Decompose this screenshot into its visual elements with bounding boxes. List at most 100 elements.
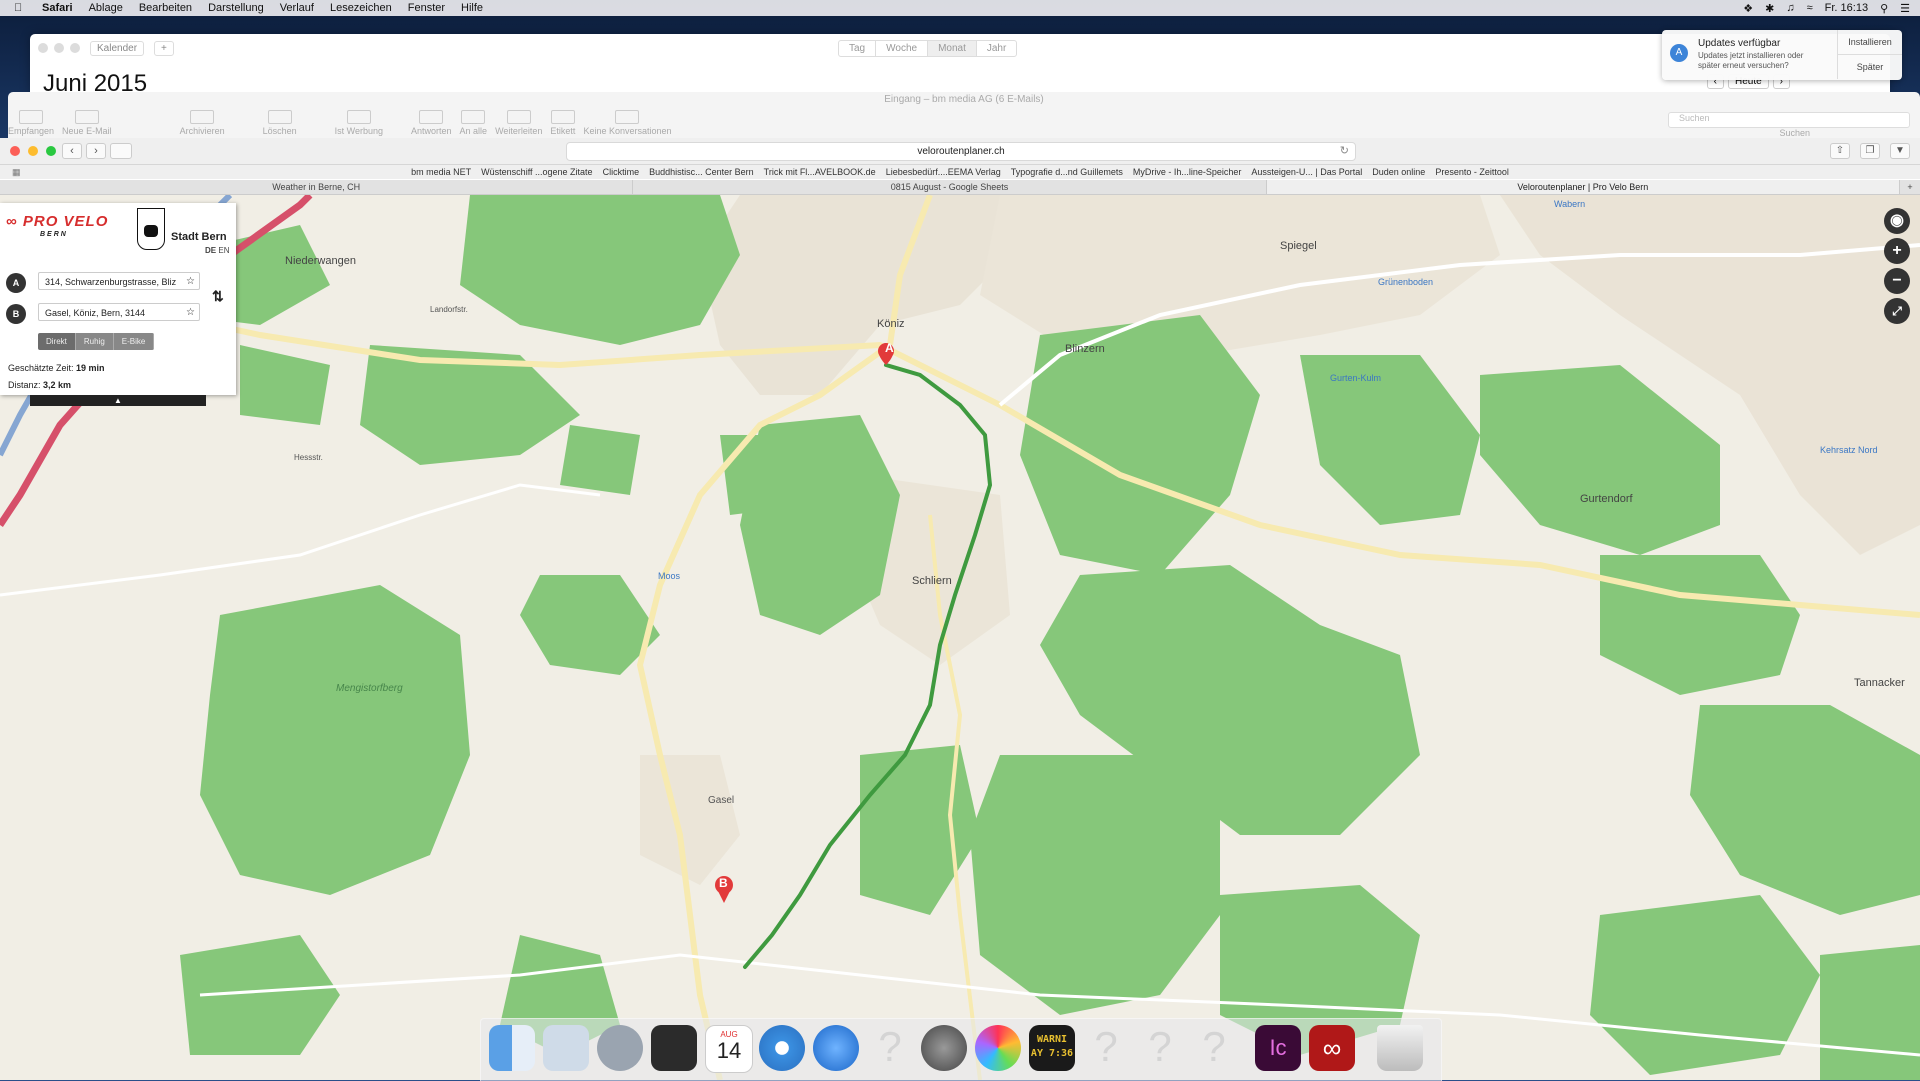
zoom-in-button[interactable]: + xyxy=(1884,238,1910,264)
from-input[interactable]: 314, Schwarzenburgstrasse, Bliz ☆ xyxy=(38,272,200,290)
tab-weather[interactable]: Weather in Berne, CH xyxy=(0,180,634,194)
reload-icon[interactable]: ↻ xyxy=(1340,143,1349,160)
clock[interactable]: Fr. 16:13 xyxy=(1825,2,1868,14)
mail-search-input[interactable]: Suchen xyxy=(1668,112,1910,128)
conversations-button[interactable]: Keine Konversationen xyxy=(583,110,672,136)
notification-center-icon[interactable]: ☰ xyxy=(1900,2,1910,15)
reply-all-button[interactable]: An alle xyxy=(460,110,487,136)
finder-icon[interactable] xyxy=(489,1025,535,1071)
mail-icon[interactable] xyxy=(813,1025,859,1071)
favorite-link[interactable]: Buddhistisc... Center Bern xyxy=(649,167,754,177)
view-year[interactable]: Jahr xyxy=(977,41,1016,56)
view-month[interactable]: Monat xyxy=(928,41,977,56)
favorite-star-icon[interactable]: ☆ xyxy=(186,273,195,289)
sidebar-toggle-button[interactable] xyxy=(110,143,132,159)
dock: AUG 14 ? WARNI AY 7:36 ? ? ? Ic ∞ xyxy=(480,1018,1442,1081)
zoom-window-button[interactable] xyxy=(46,146,56,156)
zoom-out-button[interactable]: − xyxy=(1884,268,1910,294)
apple-menu-icon[interactable]:  xyxy=(14,2,28,14)
menu-fenster[interactable]: Fenster xyxy=(408,2,445,14)
menu-bar:  Safari Ablage Bearbeiten Darstellung V… xyxy=(0,0,1920,16)
download-button[interactable]: ▼ xyxy=(1890,143,1910,159)
favorite-link[interactable]: Clicktime xyxy=(603,167,640,177)
menu-app[interactable]: Safari xyxy=(42,2,73,14)
favorite-link[interactable]: Duden online xyxy=(1372,167,1425,177)
volume-icon[interactable]: ♫ xyxy=(1786,2,1794,14)
install-button[interactable]: Installieren xyxy=(1837,30,1902,55)
bluetooth-icon[interactable]: ✱ xyxy=(1765,2,1774,15)
top-sites-icon[interactable]: ▦ xyxy=(12,167,21,178)
lang-de[interactable]: DE xyxy=(205,246,216,255)
unknown-app-icon[interactable]: ? xyxy=(1137,1023,1183,1073)
get-mail-button[interactable]: Empfangen xyxy=(8,110,54,136)
fullscreen-button[interactable]: ⤢ xyxy=(1884,298,1910,324)
close-window-button[interactable] xyxy=(10,146,20,156)
menu-darstellung[interactable]: Darstellung xyxy=(208,2,264,14)
dropbox-icon[interactable]: ❖ xyxy=(1743,2,1753,15)
calendar-window-controls[interactable] xyxy=(38,43,80,53)
view-day[interactable]: Tag xyxy=(839,41,877,56)
favorite-link[interactable]: Aussteigen-U... | Das Portal xyxy=(1251,167,1362,177)
photos-icon[interactable] xyxy=(975,1025,1021,1071)
system-preferences-icon[interactable] xyxy=(921,1025,967,1071)
map-view[interactable]: A B Niederwangen Köniz Blinzern Spiegel … xyxy=(0,195,1920,1080)
unknown-app-icon[interactable]: ? xyxy=(867,1023,913,1073)
incopy-icon[interactable]: Ic xyxy=(1255,1025,1301,1071)
wifi-icon[interactable]: ≈ xyxy=(1807,2,1813,14)
favorite-link[interactable]: Liebesbedürf....EEMA Verlag xyxy=(886,167,1001,177)
menu-verlauf[interactable]: Verlauf xyxy=(280,2,314,14)
view-week[interactable]: Woche xyxy=(876,41,929,56)
forward-button[interactable]: › xyxy=(86,143,106,159)
unknown-app-icon[interactable]: ? xyxy=(1191,1023,1237,1073)
favorite-link[interactable]: Trick mit Fl...AVELBOOK.de xyxy=(764,167,876,177)
favorite-star-icon[interactable]: ☆ xyxy=(186,304,195,320)
menu-lesezeichen[interactable]: Lesezeichen xyxy=(330,2,392,14)
address-bar[interactable]: veloroutenplaner.ch ↻ xyxy=(566,142,1356,161)
favorite-link[interactable]: Wüstenschiff ...ogene Zitate xyxy=(481,167,592,177)
forward-button[interactable]: Weiterleiten xyxy=(495,110,542,136)
calendar-app-icon[interactable]: AUG 14 xyxy=(705,1025,753,1073)
menu-ablage[interactable]: Ablage xyxy=(89,2,123,14)
new-tab-button[interactable]: + xyxy=(1900,180,1920,194)
menu-bearbeiten[interactable]: Bearbeiten xyxy=(139,2,192,14)
later-button[interactable]: Später xyxy=(1837,55,1902,79)
lang-en[interactable]: EN xyxy=(218,246,229,255)
tab-google-sheets[interactable]: 0815 August - Google Sheets xyxy=(633,180,1267,194)
to-input[interactable]: Gasel, Köniz, Bern, 3144 ☆ xyxy=(38,303,200,321)
unknown-app-icon[interactable]: ? xyxy=(1083,1023,1129,1073)
favorite-link[interactable]: MyDrive - Ih...line-Speicher xyxy=(1133,167,1242,177)
collapse-panel-button[interactable]: ▲ xyxy=(30,395,206,406)
favorite-link[interactable]: Typografie d...nd Guillemets xyxy=(1011,167,1123,177)
reply-button[interactable]: Antworten xyxy=(411,110,452,136)
add-event-button[interactable]: + xyxy=(154,40,174,56)
calendars-button[interactable]: Kalender xyxy=(90,40,145,56)
mode-direct[interactable]: Direkt xyxy=(38,333,76,350)
mode-ebike[interactable]: E-Bike xyxy=(113,333,155,350)
junk-button[interactable]: Ist Werbung xyxy=(335,110,383,136)
new-mail-button[interactable]: Neue E-Mail xyxy=(62,110,112,136)
photo-booth-icon[interactable] xyxy=(651,1025,697,1071)
launchpad-icon[interactable] xyxy=(597,1025,643,1071)
tab-veloroutenplaner[interactable]: Veloroutenplaner | Pro Velo Bern xyxy=(1266,180,1900,194)
spotlight-icon[interactable]: ⚲ xyxy=(1880,2,1888,15)
street-label: Hessstr. xyxy=(294,453,323,462)
share-button[interactable]: ⇧ xyxy=(1830,143,1850,159)
back-button[interactable]: ‹ xyxy=(62,143,82,159)
swap-icon[interactable]: ⇅ xyxy=(212,288,224,305)
favorite-link[interactable]: Presento - Zeittool xyxy=(1435,167,1509,177)
start-marker-label: A xyxy=(885,341,894,355)
preview-icon[interactable] xyxy=(543,1025,589,1071)
mode-quiet[interactable]: Ruhig xyxy=(75,333,114,350)
trash-icon[interactable] xyxy=(1377,1025,1423,1071)
console-icon[interactable]: WARNI AY 7:36 xyxy=(1029,1025,1075,1071)
delete-button[interactable]: Löschen xyxy=(263,110,297,136)
flag-button[interactable]: Etikett xyxy=(550,110,575,136)
locate-button[interactable]: ◉ xyxy=(1884,208,1910,234)
acrobat-icon[interactable]: ∞ xyxy=(1309,1025,1355,1071)
archive-button[interactable]: Archivieren xyxy=(180,110,225,136)
menu-hilfe[interactable]: Hilfe xyxy=(461,2,483,14)
tabs-overview-button[interactable]: ❐ xyxy=(1860,143,1880,159)
safari-icon[interactable] xyxy=(759,1025,805,1071)
favorite-link[interactable]: bm media NET xyxy=(411,167,471,177)
minimize-window-button[interactable] xyxy=(28,146,38,156)
